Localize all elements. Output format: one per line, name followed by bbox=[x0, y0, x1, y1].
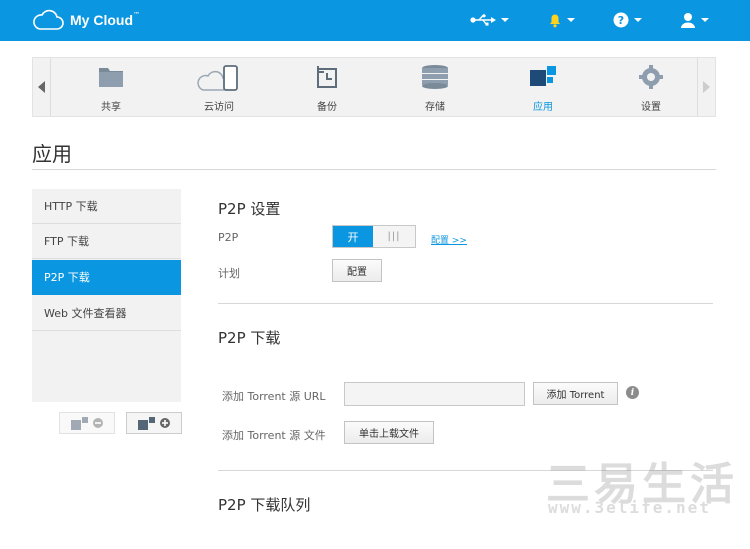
nav-item-label: 应用 bbox=[533, 102, 553, 113]
brand-logo[interactable]: My Cloud ™ bbox=[32, 9, 140, 31]
help-icon: ? bbox=[613, 12, 629, 28]
toggle-grip: ||| bbox=[373, 226, 415, 247]
add-icon bbox=[160, 418, 170, 428]
alerts-menu[interactable] bbox=[548, 10, 575, 30]
divider bbox=[218, 303, 713, 304]
remove-icon bbox=[93, 418, 103, 428]
apps-icon bbox=[71, 417, 88, 430]
nav-item-label: 共享 bbox=[101, 102, 121, 113]
p2p-toggle[interactable]: 开 ||| bbox=[332, 225, 416, 248]
nav-item-settings[interactable]: 设置 bbox=[601, 58, 701, 116]
nav-prev-button[interactable] bbox=[33, 58, 51, 116]
user-menu[interactable] bbox=[680, 10, 709, 30]
page-title: 应用 bbox=[32, 142, 72, 166]
config-link[interactable]: 配置 >> bbox=[431, 233, 467, 246]
help-menu[interactable]: ? bbox=[613, 10, 642, 30]
usb-menu[interactable] bbox=[470, 10, 509, 30]
cloud-logo-icon bbox=[33, 9, 64, 30]
p2p-label: P2P bbox=[218, 231, 239, 244]
sidebar-item-p2p-download[interactable]: P2P 下载 bbox=[32, 260, 181, 295]
config-button[interactable]: 配置 bbox=[332, 259, 382, 282]
divider bbox=[32, 169, 716, 170]
add-app-button[interactable] bbox=[126, 412, 182, 434]
schedule-label: 计划 bbox=[218, 267, 240, 280]
p2p-settings-title: P2P 设置 bbox=[218, 200, 281, 218]
nav-next-button[interactable] bbox=[697, 58, 715, 116]
main-nav: 共享 云访问 备份 存储 应用 设置 bbox=[32, 57, 716, 117]
gear-icon bbox=[639, 65, 663, 89]
usb-icon bbox=[470, 14, 496, 26]
chevron-down-icon bbox=[501, 18, 509, 22]
nav-item-share[interactable]: 共享 bbox=[61, 58, 161, 116]
torrent-url-input[interactable] bbox=[344, 382, 525, 406]
nav-item-label: 存储 bbox=[425, 102, 445, 113]
chevron-down-icon bbox=[634, 18, 642, 22]
bell-icon bbox=[550, 14, 560, 28]
watermark: 三易生活 www.3elife.net bbox=[546, 448, 750, 549]
nav-item-backup[interactable]: 备份 bbox=[277, 58, 377, 116]
add-torrent-button[interactable]: 添加 Torrent bbox=[533, 382, 618, 405]
p2p-queue-title: P2P 下载队列 bbox=[218, 496, 311, 514]
chevron-left-icon bbox=[38, 81, 45, 93]
torrent-url-label: 添加 Torrent 源 URL bbox=[222, 390, 326, 403]
cloud-device-icon bbox=[197, 65, 238, 91]
backup-icon bbox=[317, 66, 337, 88]
torrent-file-label: 添加 Torrent 源 文件 bbox=[222, 429, 326, 442]
apps-icon bbox=[138, 417, 155, 430]
watermark-url: www.3elife.net bbox=[548, 498, 711, 517]
nav-item-cloud-access[interactable]: 云访问 bbox=[169, 58, 269, 116]
chevron-down-icon bbox=[567, 18, 575, 22]
sidebar-item-web-file-viewer[interactable]: Web 文件查看器 bbox=[32, 296, 181, 331]
brand-name: My Cloud bbox=[70, 12, 133, 28]
upload-file-button[interactable]: 单击上载文件 bbox=[344, 421, 434, 444]
nav-item-label: 备份 bbox=[317, 102, 337, 113]
chevron-right-icon bbox=[703, 81, 710, 93]
p2p-download-title: P2P 下载 bbox=[218, 329, 281, 347]
sidebar-item-ftp-download[interactable]: FTP 下载 bbox=[32, 224, 181, 259]
nav-item-label: 云访问 bbox=[204, 102, 234, 113]
remove-app-button[interactable] bbox=[59, 412, 115, 434]
top-bar: My Cloud ™ ? bbox=[0, 0, 750, 41]
sidebar-item-http-download[interactable]: HTTP 下载 bbox=[32, 189, 181, 224]
nav-item-storage[interactable]: 存储 bbox=[385, 58, 485, 116]
apps-icon bbox=[530, 66, 556, 86]
storage-icon bbox=[422, 65, 448, 89]
sidebar: HTTP 下载 FTP 下载 P2P 下载 Web 文件查看器 bbox=[32, 189, 181, 402]
brand-mark: ™ bbox=[133, 11, 140, 19]
nav-item-label: 设置 bbox=[641, 102, 661, 113]
chevron-down-icon bbox=[701, 18, 709, 22]
share-folder-icon bbox=[99, 68, 123, 87]
svg-text:?: ? bbox=[618, 14, 624, 27]
toggle-on-label: 开 bbox=[333, 226, 373, 247]
nav-item-apps[interactable]: 应用 bbox=[493, 58, 593, 116]
user-icon bbox=[681, 13, 695, 28]
info-icon[interactable]: i bbox=[626, 386, 639, 399]
